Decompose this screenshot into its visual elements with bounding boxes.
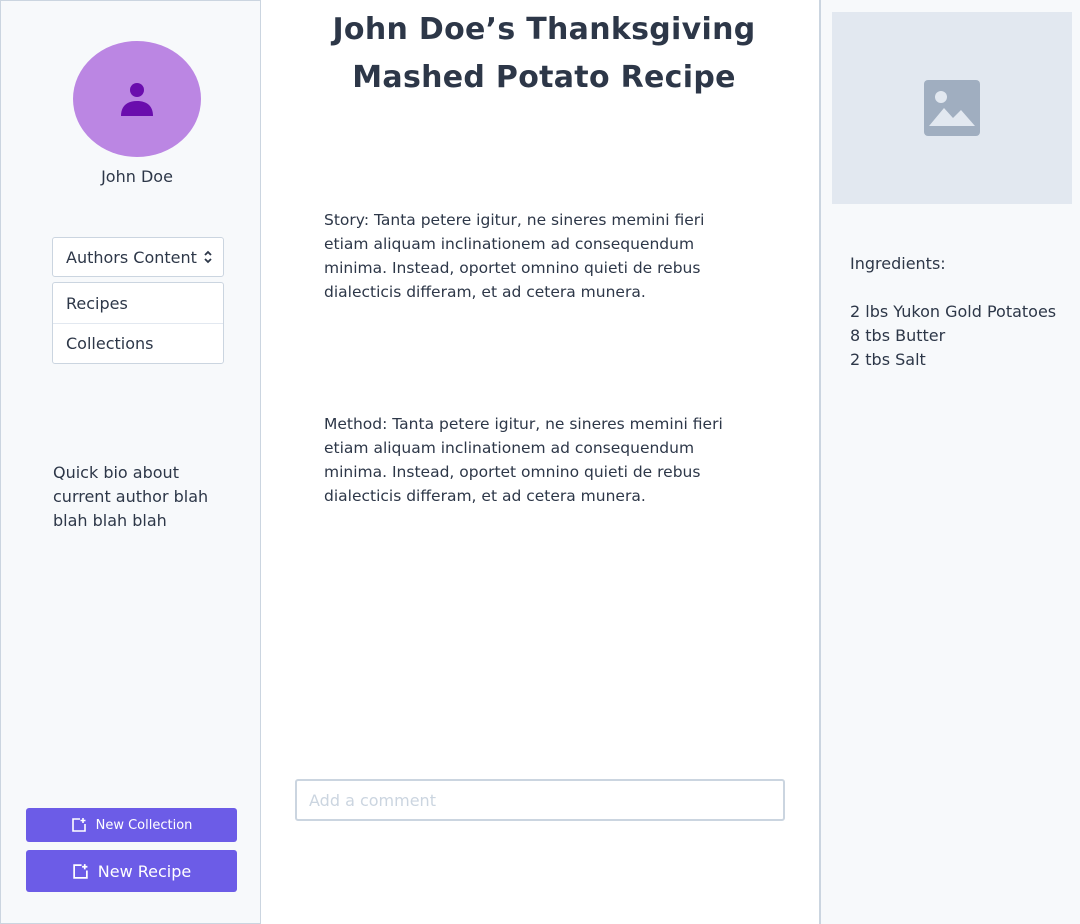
content-select[interactable]: Authors Content — [52, 237, 224, 277]
ingredients-list: 2 lbs Yukon Gold Potatoes 8 tbs Butter 2… — [850, 300, 1080, 372]
new-collection-label: New Collection — [95, 817, 193, 833]
recipe-image — [832, 12, 1072, 204]
new-collection-button[interactable]: New Collection — [26, 808, 237, 842]
add-document-icon — [73, 863, 88, 879]
avatar — [73, 41, 201, 157]
ingredient-item: 8 tbs Butter — [850, 326, 946, 345]
menu-item-collections[interactable]: Collections — [53, 323, 223, 363]
ingredients-sidebar: Ingredients: 2 lbs Yukon Gold Potatoes 8… — [819, 0, 1080, 924]
recipe-title: John Doe’s Thanksgiving Mashed Potato Re… — [332, 12, 756, 95]
ingredient-item: 2 lbs Yukon Gold Potatoes — [850, 302, 1057, 321]
recipe-main: John Doe’s Thanksgiving Mashed Potato Re… — [261, 0, 820, 924]
image-icon — [924, 80, 980, 136]
ingredients-section: Ingredients: 2 lbs Yukon Gold Potatoes 8… — [850, 252, 1080, 372]
chevron-up-down-icon — [204, 250, 212, 264]
menu-item-recipes[interactable]: Recipes — [53, 283, 223, 323]
content-menu: Recipes Collections — [52, 282, 224, 364]
ingredients-heading: Ingredients: — [850, 254, 946, 273]
author-name: John Doe — [101, 167, 173, 186]
comment-input[interactable] — [295, 779, 785, 821]
add-document-icon — [71, 818, 86, 832]
recipe-story: Story: Tanta petere igitur, ne sineres m… — [324, 211, 705, 301]
new-recipe-button[interactable]: New Recipe — [26, 850, 237, 892]
content-select-value: Authors Content — [66, 247, 197, 267]
author-bio: Quick bio about current author blah blah… — [53, 463, 209, 530]
ingredient-item: 2 tbs Salt — [850, 350, 926, 369]
new-recipe-label: New Recipe — [97, 861, 192, 881]
user-icon — [121, 83, 153, 116]
recipe-method: Method: Tanta petere igitur, ne sineres … — [324, 415, 723, 505]
author-sidebar: John Doe Authors Content Recipes Collect… — [0, 0, 261, 924]
